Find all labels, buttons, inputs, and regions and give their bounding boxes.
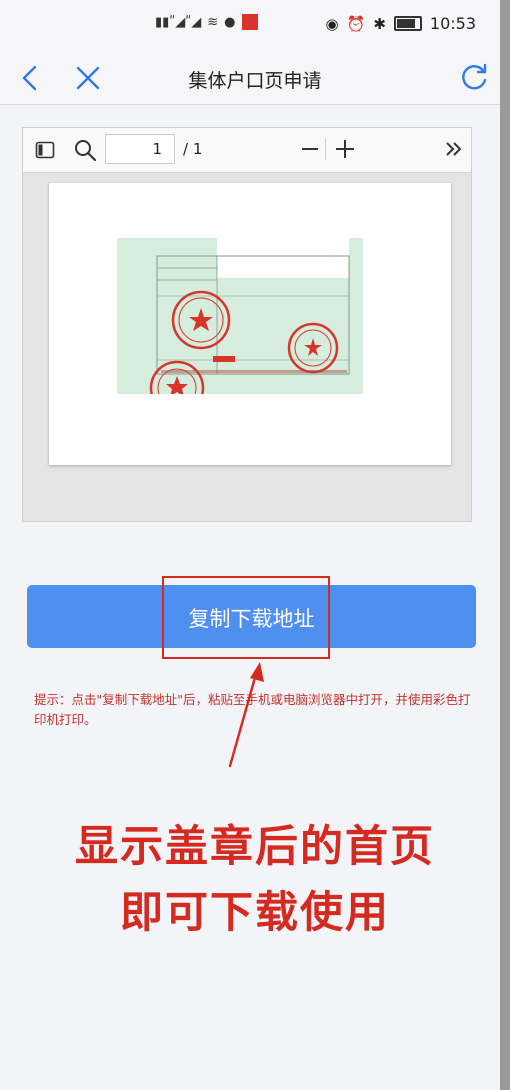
more-tools-icon[interactable] bbox=[443, 138, 465, 160]
status-left-icons: ▮▮ʺ◢ʺ◢ ≋ ● bbox=[155, 14, 258, 30]
page-title: 集体户口页申请 bbox=[188, 70, 322, 92]
chat-icon: ● bbox=[224, 14, 236, 30]
stamped-household-register-image bbox=[117, 238, 363, 394]
app-badge-icon bbox=[241, 14, 258, 30]
zoom-out-icon[interactable] bbox=[299, 138, 321, 160]
search-icon[interactable] bbox=[73, 138, 97, 162]
pdf-page bbox=[49, 183, 451, 465]
nav-bar: 集体户口页申请 bbox=[0, 54, 510, 105]
pdf-viewer: 1 / 1 bbox=[22, 127, 472, 522]
pdf-toolbar: 1 / 1 bbox=[23, 128, 471, 173]
battery-icon bbox=[393, 16, 422, 31]
page-total: / 1 bbox=[183, 140, 203, 158]
status-right-icons: ◉ ⏰ ✱ 10:53 bbox=[326, 14, 476, 33]
screen-edge bbox=[500, 0, 510, 1090]
status-bar: ▮▮ʺ◢ʺ◢ ≋ ● ◉ ⏰ ✱ 10:53 bbox=[0, 0, 510, 54]
eye-icon: ◉ bbox=[325, 14, 339, 33]
wifi-icon: ≋ bbox=[207, 14, 219, 30]
status-time: 10:53 bbox=[429, 14, 476, 33]
signal-icon: ▮▮ʺ◢ʺ◢ bbox=[155, 14, 202, 30]
toolbar-divider bbox=[325, 138, 326, 160]
sidebar-toggle-icon[interactable] bbox=[35, 140, 55, 160]
annotation-caption-line-2: 即可下载使用 bbox=[120, 888, 390, 938]
annotation-arrow-icon bbox=[228, 662, 264, 768]
annotation-highlight-box bbox=[162, 576, 330, 659]
zoom-in-icon[interactable] bbox=[333, 137, 357, 161]
annotation-caption-line-1: 显示盖章后的首页 bbox=[75, 822, 435, 872]
alarm-icon: ⏰ bbox=[346, 14, 366, 33]
refresh-icon[interactable] bbox=[456, 60, 492, 96]
page-number-input[interactable]: 1 bbox=[105, 134, 175, 164]
bluetooth-icon: ✱ bbox=[373, 14, 386, 33]
